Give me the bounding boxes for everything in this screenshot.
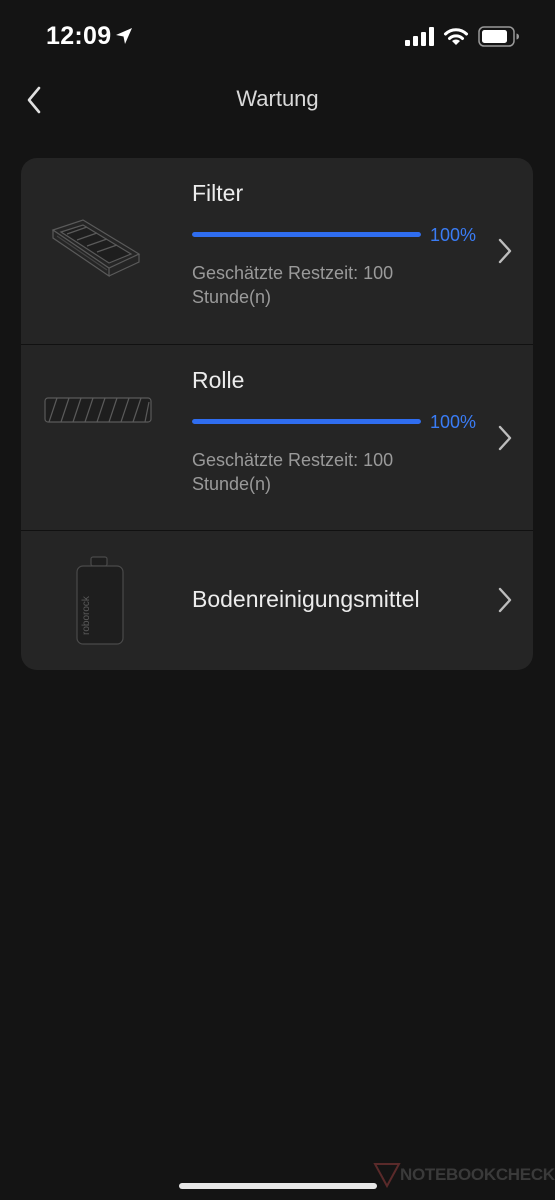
chevron-right-icon <box>498 238 512 264</box>
location-arrow-icon <box>116 28 132 44</box>
remaining-time: Geschätzte Restzeit: 100 Stunde(n) <box>192 263 394 307</box>
progress-bar <box>192 232 421 237</box>
wifi-icon <box>444 28 468 45</box>
item-title: Rolle <box>192 367 245 393</box>
filter-image <box>51 219 141 278</box>
watermark-logo: NOTEBOOKCHECK <box>370 1158 555 1192</box>
battery-icon <box>478 26 519 47</box>
progress-percent: 100% <box>430 412 477 432</box>
item-title: Bodenreinigungsmittel <box>192 586 420 612</box>
page-title: Wartung <box>236 86 319 111</box>
bottle-brand-label: roborock <box>81 595 92 635</box>
list-item-filter[interactable]: Filter 100% Geschätzte Restzeit: 100 Stu… <box>21 158 533 344</box>
chevron-right-icon <box>498 425 512 451</box>
home-indicator[interactable] <box>179 1183 377 1189</box>
progress-percent: 100% <box>430 225 477 245</box>
progress-bar <box>192 419 421 424</box>
maintenance-list: Filter 100% Geschätzte Restzeit: 100 Stu… <box>21 158 533 670</box>
status-time: 12:09 <box>46 22 112 50</box>
chevron-right-icon <box>498 587 512 613</box>
nav-bar: Wartung <box>0 72 555 128</box>
roller-image <box>44 397 152 423</box>
list-item-floor-cleaner[interactable]: roborock Bodenreinigungsmittel <box>21 531 533 670</box>
remaining-time: Geschätzte Restzeit: 100 Stunde(n) <box>192 450 394 494</box>
item-title: Filter <box>192 180 244 206</box>
cleaner-bottle-image: roborock <box>76 556 124 645</box>
progress-fill <box>192 419 421 424</box>
status-bar: 12:09 <box>0 0 555 72</box>
list-item-roller[interactable]: Rolle 100% Geschätzte Restzeit: 100 Stun… <box>21 345 533 530</box>
cellular-signal-icon <box>405 27 434 46</box>
progress-fill <box>192 232 421 237</box>
watermark-text: NOTEBOOKCHECK <box>400 1165 555 1184</box>
